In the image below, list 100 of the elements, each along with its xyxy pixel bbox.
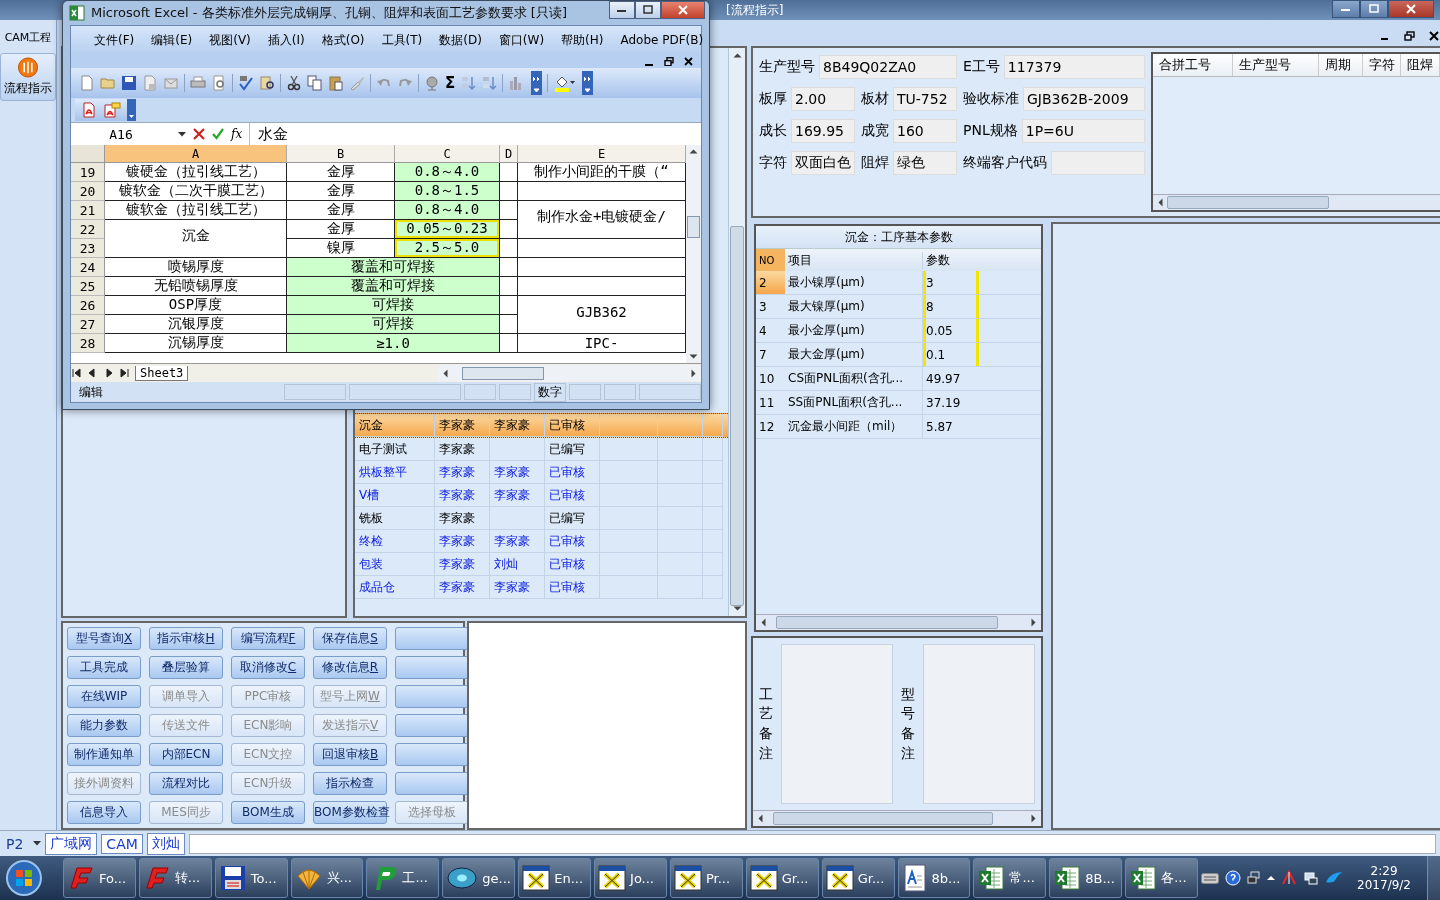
command-button[interactable]: 编写流程F [231, 627, 305, 650]
minimize-button[interactable] [1332, 0, 1360, 18]
table-cell[interactable]: 2 [756, 271, 785, 294]
process-row[interactable]: 包装 李家豪 刘灿 已审核 [355, 553, 728, 576]
column-header[interactable]: C [395, 145, 500, 163]
command-button[interactable]: 能力参数 [67, 714, 141, 737]
row-header[interactable]: 27 [71, 315, 105, 334]
expand-arrows-icon[interactable] [531, 71, 543, 95]
triangle-icon[interactable] [1281, 870, 1298, 886]
close-button[interactable] [661, 1, 705, 19]
table-cell[interactable]: 12 [756, 415, 785, 438]
maximize-button[interactable] [1360, 0, 1388, 18]
status-tab[interactable]: 刘灿 [146, 832, 185, 855]
scroll-thumb[interactable] [462, 366, 545, 380]
text-field[interactable]: 绿色 [893, 151, 957, 175]
command-button[interactable] [395, 685, 469, 708]
up-arrow-icon[interactable] [1267, 875, 1276, 881]
research-icon[interactable] [259, 75, 275, 91]
command-button[interactable]: 在线WIP [67, 685, 141, 708]
expand-arrows-icon[interactable] [127, 99, 136, 121]
row-header[interactable]: 25 [71, 277, 105, 296]
column-header[interactable]: E [518, 145, 686, 163]
taskbar-item[interactable]: ge... [442, 858, 516, 898]
row-header[interactable]: 28 [71, 334, 105, 353]
sortup-icon[interactable] [460, 75, 477, 91]
taskbar-item[interactable]: 兴... [290, 858, 364, 898]
process-row[interactable]: 终检 李家豪 李家豪 已审核 [355, 530, 728, 553]
command-button[interactable]: 型号查询X [67, 627, 141, 650]
caret-icon[interactable] [33, 841, 42, 846]
row-header[interactable]: 20 [71, 182, 105, 201]
column-header[interactable]: 字符 [1363, 54, 1401, 76]
fill-color-icon[interactable] [553, 74, 576, 92]
close-icon[interactable] [684, 56, 693, 66]
row-header[interactable]: 22 [71, 220, 105, 239]
bird-icon[interactable] [1325, 870, 1344, 886]
taskbar-item[interactable]: En... [518, 858, 592, 898]
process-row[interactable]: 沉金 李家豪 李家豪 已审核 [355, 413, 728, 438]
page-selector[interactable]: P2 [6, 835, 24, 852]
table-cell[interactable]: 4 [756, 319, 785, 342]
scroll-left-icon[interactable] [1157, 198, 1163, 207]
row-header[interactable]: 21 [71, 201, 105, 220]
scroll-thumb[interactable] [776, 616, 998, 629]
text-field[interactable]: 双面白色 [791, 151, 855, 175]
row-header[interactable]: 24 [71, 258, 105, 277]
text-field[interactable]: 2.00 [791, 87, 855, 111]
scroll-left-icon[interactable] [757, 814, 763, 823]
paste-icon[interactable] [328, 75, 344, 91]
start-button[interactable] [4, 858, 44, 898]
text-field[interactable]: 169.95 [791, 119, 855, 143]
pdf-comment-icon[interactable] [103, 102, 121, 118]
text-field[interactable]: 117379 [1003, 55, 1145, 79]
taskbar-item[interactable]: To... [214, 858, 288, 898]
taskbar-item[interactable]: Gr... [745, 858, 819, 898]
page-icon[interactable] [79, 75, 95, 91]
row-header[interactable]: 23 [71, 239, 105, 258]
command-button[interactable]: 指示检查 [313, 772, 387, 795]
scrollbar[interactable] [728, 48, 745, 616]
taskbar-item[interactable]: 各... [1125, 858, 1199, 898]
show-desktop-button[interactable] [1427, 856, 1440, 900]
command-button[interactable] [395, 656, 469, 679]
scroll-right-icon[interactable] [1031, 814, 1037, 823]
command-button[interactable]: 工具完成 [67, 656, 141, 679]
network-icon[interactable] [1303, 870, 1320, 886]
row-header[interactable]: 26 [71, 296, 105, 315]
taskbar-item[interactable]: 转... [138, 858, 212, 898]
scroll-right-icon[interactable] [1031, 618, 1037, 627]
flow-guide-button[interactable]: 流程指示 [0, 53, 56, 101]
help-icon[interactable] [1225, 870, 1242, 886]
command-button[interactable]: 修改信息R [313, 656, 387, 679]
process-row[interactable]: 铣板 李家豪 已编写 [355, 507, 728, 530]
scroll-left-icon[interactable] [442, 368, 449, 378]
column-header[interactable]: 合拼工号 [1153, 54, 1233, 76]
command-button[interactable] [395, 772, 469, 795]
command-button[interactable]: 信息导入 [67, 801, 141, 824]
menu-item[interactable]: 帮助(H) [561, 31, 604, 49]
pdf-icon[interactable] [81, 102, 97, 118]
status-tab[interactable]: 广域网 [45, 832, 98, 855]
spell-icon[interactable] [238, 75, 254, 91]
name-box[interactable]: A16 [71, 126, 171, 142]
command-button[interactable]: 叠层验算 [149, 656, 223, 679]
table-cell[interactable]: 7 [756, 343, 785, 366]
command-button[interactable]: 保存信息S [313, 627, 387, 650]
scroll-right-icon[interactable] [691, 368, 697, 378]
scroll-up-icon[interactable] [732, 52, 742, 58]
scrollbar[interactable] [756, 614, 1041, 630]
globe-icon[interactable] [424, 75, 440, 91]
command-button[interactable]: 取消修改C [231, 656, 305, 679]
command-button[interactable] [395, 627, 469, 650]
scrollbar[interactable] [753, 810, 1041, 826]
check-icon[interactable] [212, 128, 224, 140]
row-header[interactable]: 19 [71, 163, 105, 182]
caret-icon[interactable] [178, 131, 186, 137]
scroll-down-icon[interactable] [689, 354, 698, 360]
minimize-button[interactable] [609, 1, 635, 19]
text-field[interactable]: TU-752 [893, 87, 957, 111]
sortdown-icon[interactable] [481, 75, 498, 91]
menu-item[interactable]: 工具(T) [381, 31, 423, 49]
table-cell[interactable]: 10 [756, 367, 785, 390]
text-field[interactable] [1051, 151, 1145, 175]
menu-item[interactable]: 数据(D) [439, 31, 482, 49]
